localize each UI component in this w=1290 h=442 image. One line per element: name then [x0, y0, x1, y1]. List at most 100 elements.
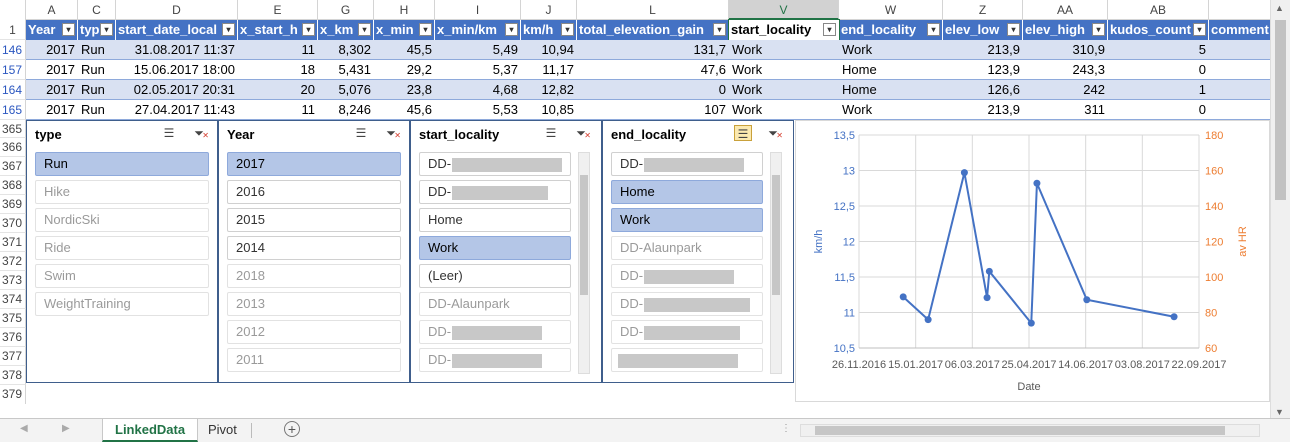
row-header[interactable]: 372 [0, 252, 26, 271]
table-header-elev-low[interactable]: elev_low ▾ [943, 20, 1023, 40]
filter-active-icon[interactable]: ▾ [62, 23, 75, 36]
row-header[interactable]: 377 [0, 347, 26, 366]
cell[interactable]: 15.06.2017 18:00 [116, 60, 238, 80]
cell[interactable]: Home [839, 80, 943, 100]
row-header[interactable]: 370 [0, 214, 26, 233]
cell[interactable]: Work [729, 40, 839, 60]
cell[interactable]: 20 [238, 80, 318, 100]
cell[interactable]: 131,7 [577, 40, 729, 60]
slicer-item[interactable]: 2014 [227, 236, 401, 260]
table-header-comment[interactable]: comment [1209, 20, 1270, 40]
slicer-item[interactable]: 2016 [227, 180, 401, 204]
cell[interactable]: 0 [1108, 100, 1209, 120]
dropdown-arrow-icon[interactable]: ▾ [302, 23, 315, 36]
column-header-c[interactable]: C [78, 0, 116, 20]
cell[interactable]: 23,8 [374, 80, 435, 100]
sheet-tab-linkeddata[interactable]: LinkedData [102, 419, 199, 442]
table-header-elev-high[interactable]: elev_high ▾ [1023, 20, 1108, 40]
column-header-j[interactable]: J [521, 0, 577, 20]
cell[interactable]: Run [78, 40, 116, 60]
table-header-km[interactable]: x_km ▾ [318, 20, 374, 40]
row-header[interactable]: 369 [0, 195, 26, 214]
slicer-item[interactable]: (Leer) [419, 264, 571, 288]
cell[interactable]: 11,17 [521, 60, 577, 80]
cell[interactable]: Work [839, 40, 943, 60]
table-header-start-date[interactable]: start_date_local ▾ [116, 20, 238, 40]
column-header-h[interactable]: H [374, 0, 435, 20]
cell[interactable]: 11 [238, 40, 318, 60]
slicer-item[interactable]: Hike [35, 180, 209, 204]
cell[interactable]: 2017 [26, 40, 78, 60]
cell[interactable]: Work [839, 100, 943, 120]
clear-filter-icon[interactable]: ⏷ [190, 125, 209, 144]
column-header-v[interactable]: V [729, 0, 839, 20]
clear-filter-icon[interactable]: ⏷ [572, 125, 591, 144]
table-header-kmh[interactable]: km/h ▾ [521, 20, 577, 40]
cell[interactable]: 2017 [26, 80, 78, 100]
slicer-item[interactable]: 2012 [227, 320, 401, 344]
cell[interactable]: 311 [1023, 100, 1108, 120]
table-header-start-h[interactable]: x_start_h ▾ [238, 20, 318, 40]
dropdown-arrow-icon[interactable]: ▾ [713, 23, 726, 36]
scrollbar-thumb[interactable] [1275, 20, 1286, 200]
row-header[interactable]: 378 [0, 366, 26, 385]
dropdown-arrow-icon[interactable]: ▾ [358, 23, 371, 36]
filter-active-icon[interactable]: ▾ [100, 23, 113, 36]
column-header-e[interactable]: E [238, 0, 318, 20]
slicer-item[interactable]: DD- [611, 320, 763, 344]
row-header[interactable]: 164 [0, 80, 26, 100]
cell[interactable]: Run [78, 100, 116, 120]
slicer-item[interactable]: DD- [611, 264, 763, 288]
cell[interactable]: Work [729, 60, 839, 80]
slicer-item[interactable] [611, 348, 763, 372]
plus-circle-icon[interactable]: + [284, 421, 300, 437]
row-header[interactable]: 365 [0, 120, 26, 138]
dropdown-arrow-icon[interactable]: ▾ [1007, 23, 1020, 36]
row-header[interactable]: 375 [0, 309, 26, 328]
table-header-min[interactable]: x_min ▾ [374, 20, 435, 40]
cell[interactable]: 2017 [26, 100, 78, 120]
select-all-corner[interactable] [0, 0, 26, 20]
dropdown-arrow-icon[interactable]: ▾ [505, 23, 518, 36]
scrollbar-thumb[interactable] [772, 175, 780, 295]
cell[interactable]: Work [729, 80, 839, 100]
cell[interactable]: Run [78, 80, 116, 100]
cell[interactable]: 5,37 [435, 60, 521, 80]
cell[interactable]: 11 [238, 100, 318, 120]
slicer-item[interactable]: DD- [611, 292, 763, 316]
cell[interactable]: 5,53 [435, 100, 521, 120]
cell[interactable]: 45,5 [374, 40, 435, 60]
filter-active-icon[interactable]: ▾ [927, 23, 940, 36]
column-header-a[interactable]: A [26, 0, 78, 20]
row-header[interactable]: 146 [0, 40, 26, 60]
line-chart[interactable]: 10,5 11 11,5 12 12,5 13 13,5 60 80 100 120 140 160 18… [795, 120, 1270, 402]
slicer-item[interactable]: Home [419, 208, 571, 232]
slicer-item[interactable]: DD-Alaunpark [611, 236, 763, 260]
cell[interactable]: 8,302 [318, 40, 374, 60]
slicer-item[interactable]: DD- [419, 320, 571, 344]
dropdown-arrow-icon[interactable]: ▾ [222, 23, 235, 36]
cell[interactable]: 45,6 [374, 100, 435, 120]
column-header-aa[interactable]: AA [1023, 0, 1108, 20]
cell[interactable]: 5,431 [318, 60, 374, 80]
column-header-i[interactable]: I [435, 0, 521, 20]
slicer-item[interactable]: 2018 [227, 264, 401, 288]
table-header-kudos-count[interactable]: kudos_count ▾ [1108, 20, 1209, 40]
slicer-item[interactable]: DD- [419, 152, 571, 176]
slicer-item[interactable]: DD-Alaunpark [419, 292, 571, 316]
table-header-end-locality[interactable]: end_locality ▾ [839, 20, 943, 40]
slicer-item[interactable]: 2015 [227, 208, 401, 232]
row-header[interactable]: 1 [0, 20, 26, 40]
scrollbar-thumb[interactable] [815, 426, 1225, 435]
slicer-item[interactable]: 2017 [227, 152, 401, 176]
cell[interactable]: 31.08.2017 11:37 [116, 40, 238, 60]
cell[interactable]: 12,82 [521, 80, 577, 100]
slicer-item[interactable]: 2013 [227, 292, 401, 316]
cell[interactable]: 5,076 [318, 80, 374, 100]
row-header[interactable]: 366 [0, 138, 26, 157]
cell[interactable]: 2017 [26, 60, 78, 80]
slicer-scrollbar[interactable] [578, 152, 590, 374]
cell[interactable]: 18 [238, 60, 318, 80]
next-sheet-icon[interactable]: ▶ [62, 423, 70, 434]
row-header[interactable]: 371 [0, 233, 26, 252]
